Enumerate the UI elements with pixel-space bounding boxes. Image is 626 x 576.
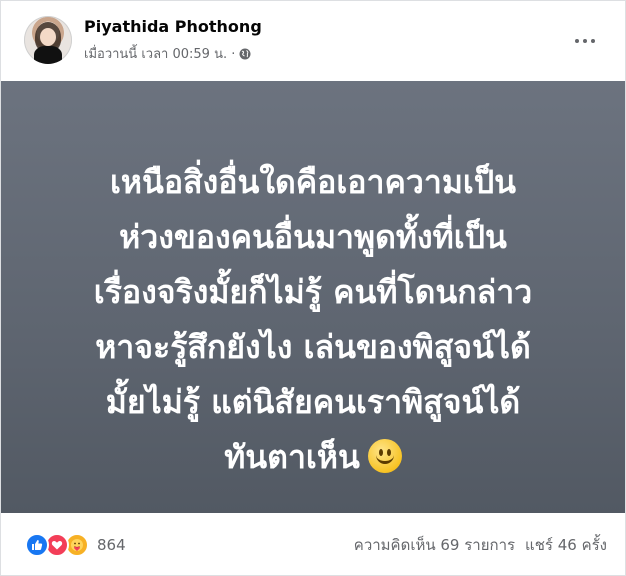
post-text-last-line: ทันตาเห็น (43, 430, 583, 485)
author-avatar[interactable] (24, 16, 72, 64)
comment-count-link[interactable]: ความคิดเห็น 69 รายการ (354, 533, 515, 557)
engagement-stats: ความคิดเห็น 69 รายการ แชร์ 46 ครั้ง (354, 533, 607, 557)
globe-icon[interactable] (239, 48, 251, 60)
smiley-emoji-icon (367, 439, 402, 473)
post-text-line: ห่วงของคนอื่นมาพูดทั้งที่เป็น (119, 218, 507, 256)
post-text-line: มั้ยไม่รู้ แต่นิสัยคนเราพิสูจน์ได้ (105, 383, 521, 421)
post-text-line: ทันตาเห็น (224, 438, 360, 476)
post-header: Piyathida Phothong เมื่อวานนี้ เวลา 00:5… (1, 1, 625, 81)
post-text-line: เหนือสิ่งอื่นใดคือเอาความเป็น (109, 163, 517, 201)
like-icon (25, 533, 49, 557)
post-text: เหนือสิ่งอื่นใดคือเอาความเป็น ห่วงของคนอ… (43, 155, 583, 485)
more-options-icon[interactable] (567, 23, 603, 59)
post-text-line: เรื่องจริงมั้ยก็ไม่รู้ คนที่โดนกล่าว (93, 273, 533, 311)
share-count-link[interactable]: แชร์ 46 ครั้ง (525, 533, 607, 557)
post-text-background: เหนือสิ่งอื่นใดคือเอาความเป็น ห่วงของคนอ… (1, 81, 625, 513)
post-text-line: หาจะรู้สึกยังไง เล่นของพิสูจน์ได้ (95, 328, 531, 366)
reaction-count: 864 (97, 536, 126, 554)
avatar-dress (34, 46, 62, 64)
post-card: Piyathida Phothong เมื่อวานนี้ เวลา 00:5… (0, 0, 626, 576)
post-timestamp[interactable]: เมื่อวานนี้ เวลา 00:59 น. · (84, 43, 235, 64)
post-meta: เมื่อวานนี้ เวลา 00:59 น. · (84, 43, 251, 64)
reactions-summary[interactable]: 864 (25, 533, 126, 557)
avatar-face (40, 28, 56, 46)
author-name[interactable]: Piyathida Phothong (84, 17, 262, 36)
post-footer: 864 ความคิดเห็น 69 รายการ แชร์ 46 ครั้ง (1, 513, 625, 575)
